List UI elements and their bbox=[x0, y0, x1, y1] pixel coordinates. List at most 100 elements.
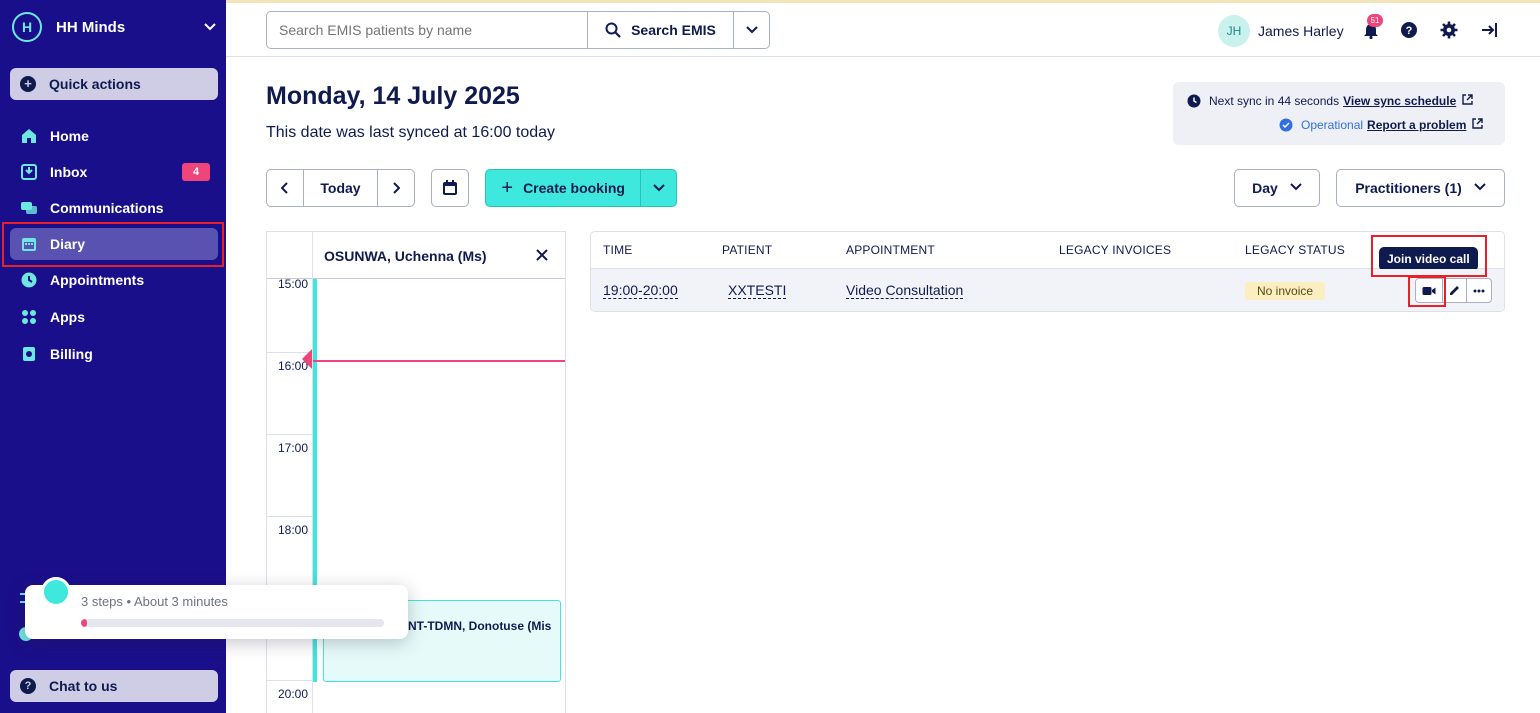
create-booking-split-button: + Create booking bbox=[485, 169, 677, 207]
search-icon bbox=[605, 22, 621, 38]
column-header-patient[interactable]: PATIENT bbox=[722, 243, 772, 257]
calendar-icon bbox=[443, 180, 457, 195]
chevron-left-icon bbox=[281, 182, 288, 194]
time-label: 17:00 bbox=[277, 441, 308, 455]
onboarding-tour-card[interactable]: 3 steps • About 3 minutes bbox=[25, 577, 408, 639]
more-options-button[interactable] bbox=[1467, 279, 1491, 302]
sidebar-item-home[interactable]: Home bbox=[10, 120, 218, 152]
sidebar-item-communications[interactable]: Communications bbox=[10, 192, 218, 224]
inbox-icon bbox=[20, 163, 38, 181]
top-bar: Search EMIS JH James Harley 51 ? bbox=[226, 0, 1540, 57]
avatar[interactable]: JH bbox=[1218, 15, 1250, 47]
edit-appointment-button[interactable] bbox=[1443, 279, 1467, 302]
hour-divider bbox=[267, 516, 313, 517]
search-options-dropdown[interactable] bbox=[733, 12, 769, 48]
column-header-appointment[interactable]: APPOINTMENT bbox=[846, 243, 935, 257]
chevron-down-icon bbox=[652, 184, 665, 192]
report-problem-link[interactable]: Report a problem bbox=[1367, 118, 1466, 132]
tooltip-highlight-box bbox=[1371, 235, 1487, 277]
practitioners-label: Practitioners (1) bbox=[1355, 180, 1462, 196]
chat-bubbles-icon bbox=[20, 199, 38, 217]
sidebar-item-label: Inbox bbox=[50, 164, 88, 180]
practitioner-name: OSUNWA, Uchenna (Ms) bbox=[324, 248, 487, 264]
sidebar-item-label: Appointments bbox=[50, 272, 145, 288]
sidebar-item-apps[interactable]: Apps bbox=[10, 301, 218, 333]
logout-icon[interactable] bbox=[1478, 19, 1500, 41]
create-booking-button[interactable]: + Create booking bbox=[486, 170, 642, 206]
user-name[interactable]: James Harley bbox=[1258, 23, 1344, 39]
status-badge: No invoice bbox=[1245, 282, 1326, 300]
plus-circle-icon: + bbox=[20, 76, 36, 92]
close-icon[interactable] bbox=[536, 245, 548, 266]
sidebar-item-appointments[interactable]: Appointments bbox=[10, 264, 218, 296]
appointments-table: TIME PATIENT APPOINTMENT LEGACY INVOICES… bbox=[590, 231, 1505, 312]
today-button[interactable]: Today bbox=[304, 170, 378, 206]
chat-to-us-button[interactable]: ? Chat to us bbox=[10, 670, 218, 702]
next-sync-text: Next sync in 44 seconds bbox=[1209, 94, 1340, 108]
cloud-check-icon bbox=[1279, 118, 1293, 132]
patient-name-link[interactable]: XXTESTI bbox=[728, 282, 787, 299]
diary-highlight-box bbox=[2, 222, 224, 267]
video-button-highlight-box bbox=[1408, 276, 1446, 307]
search-emis-button[interactable]: Search EMIS bbox=[587, 12, 733, 48]
chevron-down-icon bbox=[745, 26, 758, 34]
hour-divider bbox=[267, 680, 313, 681]
current-time-marker bbox=[302, 349, 312, 369]
previous-day-button[interactable] bbox=[267, 170, 304, 206]
chevron-down-icon bbox=[1290, 182, 1302, 194]
org-name: HH Minds bbox=[56, 18, 126, 36]
quick-actions-button[interactable]: + Quick actions bbox=[10, 68, 218, 100]
appointment-time-link[interactable]: 19:00-20:00 bbox=[603, 282, 678, 299]
chevron-down-icon bbox=[1474, 182, 1486, 194]
table-row[interactable]: 19:00-20:00 XXTESTI Video Consultation N… bbox=[591, 269, 1504, 311]
search-button-label: Search EMIS bbox=[631, 22, 716, 38]
patient-search: Search EMIS bbox=[266, 11, 770, 49]
inbox-count-badge: 4 bbox=[182, 163, 210, 181]
sidebar-item-label: Apps bbox=[50, 309, 85, 325]
date-picker-button[interactable] bbox=[431, 169, 469, 207]
column-header-legacy-invoices[interactable]: LEGACY INVOICES bbox=[1059, 243, 1171, 257]
tour-progress-fill bbox=[81, 619, 88, 627]
search-input[interactable] bbox=[267, 12, 587, 48]
diary-day-view: OSUNWA, Uchenna (Ms) 15:00 16:00 17:00 1… bbox=[266, 231, 566, 713]
next-day-button[interactable] bbox=[378, 170, 414, 206]
time-column-corner bbox=[267, 232, 313, 279]
view-mode-label: Day bbox=[1252, 180, 1278, 196]
home-icon bbox=[20, 127, 38, 145]
org-switcher[interactable]: H HH Minds bbox=[12, 12, 216, 42]
plus-icon: + bbox=[501, 176, 514, 199]
sidebar-item-billing[interactable]: Billing bbox=[10, 338, 218, 370]
time-axis: 15:00 16:00 17:00 18:00 20:00 bbox=[267, 277, 313, 713]
time-label: 18:00 bbox=[277, 523, 308, 537]
apps-grid-icon bbox=[20, 308, 38, 326]
sidebar-item-label: Communications bbox=[50, 200, 164, 216]
column-header-time[interactable]: TIME bbox=[603, 243, 632, 257]
sidebar-item-label: Billing bbox=[50, 346, 93, 362]
appointment-patient-name: NT-TDMN, Donotuse (Mis bbox=[408, 619, 552, 633]
current-time-line bbox=[313, 360, 565, 362]
help-icon[interactable]: ? bbox=[1398, 19, 1420, 41]
clock-icon bbox=[1187, 94, 1201, 108]
external-link-icon bbox=[1462, 94, 1473, 108]
view-mode-dropdown[interactable]: Day bbox=[1234, 169, 1320, 207]
create-booking-options-dropdown[interactable] bbox=[641, 170, 676, 206]
clock-icon bbox=[20, 271, 38, 289]
notification-count-badge: 51 bbox=[1367, 14, 1383, 27]
column-header-legacy-status[interactable]: LEGACY STATUS bbox=[1245, 243, 1345, 257]
practitioners-filter-dropdown[interactable]: Practitioners (1) bbox=[1336, 169, 1505, 207]
hour-divider bbox=[267, 434, 313, 435]
date-navigator: Today bbox=[266, 169, 415, 207]
practitioner-column-header: OSUNWA, Uchenna (Ms) bbox=[267, 232, 565, 279]
page-title: Monday, 14 July 2025 bbox=[266, 82, 520, 110]
gear-icon[interactable] bbox=[1438, 19, 1460, 41]
view-sync-schedule-link[interactable]: View sync schedule bbox=[1343, 94, 1456, 108]
more-horizontal-icon bbox=[1473, 289, 1485, 292]
sidebar-item-inbox[interactable]: Inbox 4 bbox=[10, 156, 218, 188]
brand-logo-icon: H bbox=[12, 12, 42, 42]
tour-steps-text: 3 steps • About 3 minutes bbox=[81, 594, 228, 609]
receipt-icon bbox=[20, 345, 38, 363]
tour-avatar-icon bbox=[41, 577, 71, 607]
chevron-right-icon bbox=[393, 182, 400, 194]
tour-progress-bar bbox=[81, 619, 384, 627]
appointment-type-link[interactable]: Video Consultation bbox=[846, 282, 964, 299]
